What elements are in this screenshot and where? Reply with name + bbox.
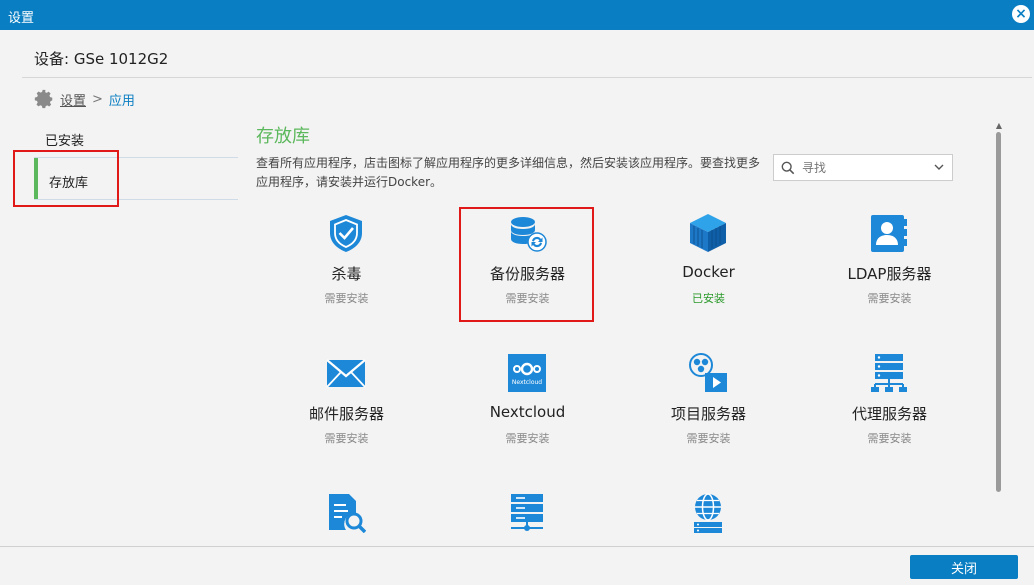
app-status: 需要安装	[324, 292, 369, 305]
breadcrumb-current: 应用	[108, 93, 135, 109]
gear-icon	[34, 89, 53, 109]
section-title: 存放库	[256, 126, 310, 147]
search-icon	[781, 161, 795, 175]
app-nextcloud[interactable]: Nextcloud Nextcloud 需要安装	[437, 345, 618, 465]
docker-cube-icon	[690, 214, 726, 252]
app-name: LDAP服务器	[847, 265, 932, 283]
app-name: 邮件服务器	[308, 405, 384, 423]
scrollbar-thumb[interactable]	[996, 132, 1001, 492]
app-document-search[interactable]	[256, 485, 437, 545]
shield-icon	[330, 215, 362, 252]
mail-icon	[326, 359, 366, 388]
header-divider	[22, 77, 1032, 78]
nextcloud-icon: Nextcloud	[508, 354, 546, 392]
server-stack-icon	[511, 494, 543, 531]
app-status: 需要安装	[686, 432, 731, 445]
search-box[interactable]	[773, 154, 953, 181]
app-status: 需要安装	[505, 432, 550, 445]
address-book-icon	[871, 215, 907, 252]
app-antivirus[interactable]: 杀毒 需要安装	[256, 205, 437, 325]
breadcrumb-settings-link[interactable]: 设置	[60, 90, 86, 109]
breadcrumb: 设置 > 应用	[33, 88, 135, 110]
close-button[interactable]: 关闭	[910, 555, 1018, 579]
app-project-server[interactable]: 项目服务器 需要安装	[618, 345, 799, 465]
app-proxy-server[interactable]: 代理服务器 需要安装	[799, 345, 980, 465]
search-input[interactable]	[802, 159, 922, 177]
scrollbar[interactable]: ▲	[995, 122, 1003, 542]
app-name: 杀毒	[331, 265, 362, 283]
scroll-up-icon[interactable]: ▲	[995, 122, 1003, 130]
chevron-down-icon[interactable]	[934, 162, 944, 172]
document-search-icon	[329, 494, 366, 533]
device-label: 设备: GSe 1012G2	[34, 50, 169, 68]
app-grid: 杀毒 需要安装 备份服务器 需要安装 Docker 已安装 LDAP服务器 需要…	[256, 205, 981, 545]
proxy-server-icon	[871, 354, 907, 392]
breadcrumb-separator: >	[92, 91, 103, 107]
app-name: 代理服务器	[851, 405, 927, 423]
app-status: 已安装	[692, 292, 725, 305]
app-status: 需要安装	[867, 292, 912, 305]
app-name: 项目服务器	[670, 405, 746, 423]
app-ldap-server[interactable]: LDAP服务器 需要安装	[799, 205, 980, 325]
app-name: Nextcloud	[489, 403, 566, 421]
app-web-server[interactable]	[618, 485, 799, 545]
section-description: 查看所有应用程序，店击图标了解应用程序的更多详细信息，然后安装该应用程序。要查找…	[256, 156, 761, 189]
app-status: 需要安装	[867, 432, 912, 445]
globe-server-icon	[694, 493, 722, 533]
app-mail-server[interactable]: 邮件服务器 需要安装	[256, 345, 437, 465]
close-window-icon[interactable]: ×	[1012, 5, 1030, 23]
app-status: 需要安装	[324, 432, 369, 445]
nextcloud-icon-text: Nextcloud	[512, 379, 542, 386]
highlight-box-backup-server	[459, 207, 594, 322]
sidebar-item-installed[interactable]: 已安装	[45, 130, 84, 149]
footer: 关闭	[0, 546, 1034, 585]
highlight-box-sidebar	[13, 150, 119, 207]
window-title: 设置	[8, 11, 35, 26]
app-name: Docker	[682, 263, 735, 281]
title-bar: 设置 ×	[0, 0, 1034, 30]
project-server-icon	[689, 353, 727, 392]
app-server-stack[interactable]	[437, 485, 618, 545]
app-docker[interactable]: Docker 已安装	[618, 205, 799, 325]
